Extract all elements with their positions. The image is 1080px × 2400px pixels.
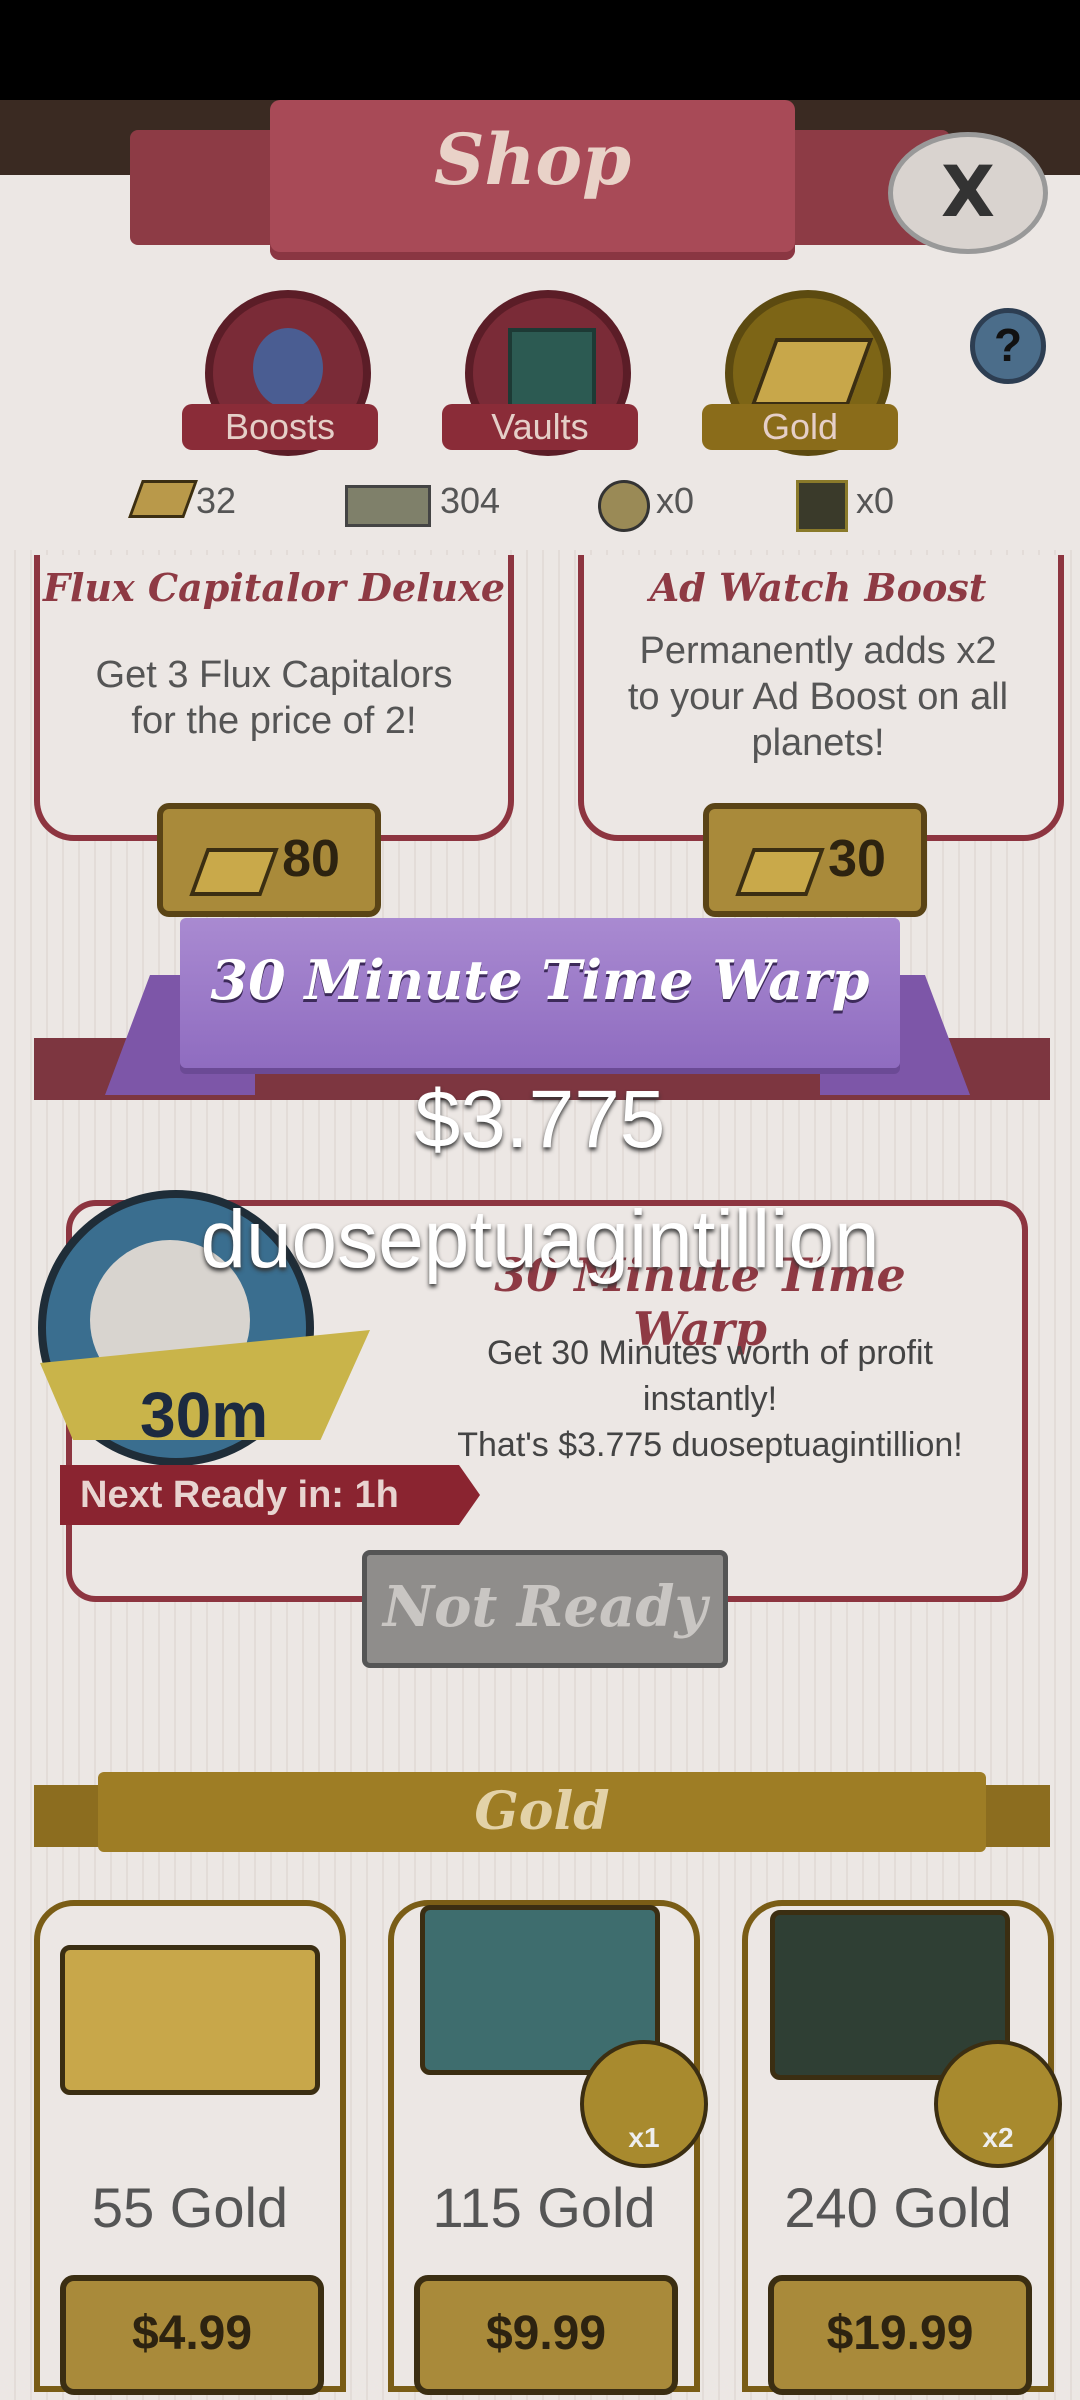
reward-title: 30 Minute Time Warp <box>210 948 870 1012</box>
status-bar <box>0 0 1080 100</box>
reward-amount: $3.775 duoseptuagintillion <box>200 1074 880 1285</box>
